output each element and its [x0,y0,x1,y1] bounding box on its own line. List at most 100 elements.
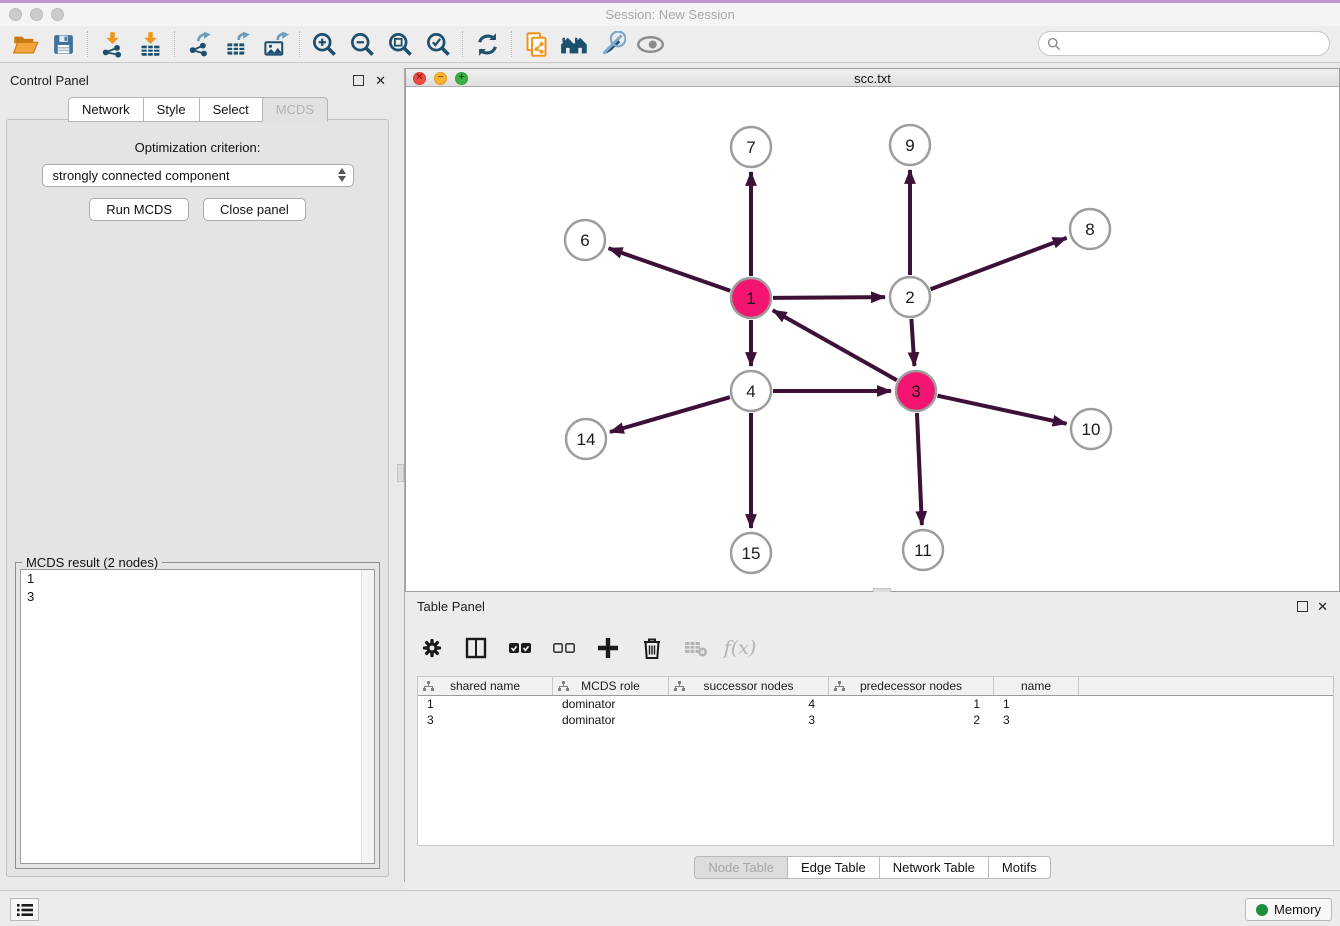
tab-motifs[interactable]: Motifs [988,856,1051,879]
node-label-14: 14 [577,430,596,449]
table-row[interactable]: 3dominator323 [418,712,1333,728]
first-neighbors-icon [560,30,589,59]
open-session-icon [12,31,39,58]
show-style-button[interactable] [631,29,669,59]
list-icon [16,902,34,918]
edge-3-11[interactable] [917,413,922,525]
column-header-label: MCDS role [581,679,640,693]
hide-style-button[interactable] [593,29,631,59]
zoom-in-button[interactable] [305,29,343,59]
import-network-button[interactable] [93,29,131,59]
open-session-button[interactable] [6,29,44,59]
control-panel: Control Panel ✕ Network Style Select MCD… [0,68,396,882]
table-row[interactable]: 1dominator411 [418,696,1333,712]
tab-mcds[interactable]: MCDS [262,97,328,122]
function-builder-button[interactable]: f(x) [725,633,755,663]
table-panel-title: Table Panel [417,599,485,614]
mcds-result-list[interactable]: 13 [20,569,375,864]
tab-network-table[interactable]: Network Table [879,856,988,879]
table-cell[interactable]: 1 [829,696,994,712]
network-canvas[interactable]: 7968124314101511 [406,87,1339,591]
delete-column-button[interactable] [637,633,667,663]
tab-node-table[interactable]: Node Table [694,856,787,879]
edge-4-14[interactable] [610,397,730,432]
task-history-button[interactable] [10,898,39,921]
table-cell[interactable]: 1 [994,696,1079,712]
close-panel-icon[interactable]: ✕ [375,73,386,89]
network-graph[interactable]: 7968124314101511 [406,87,1339,591]
float-panel-icon[interactable] [353,75,364,86]
import-table-button[interactable] [131,29,169,59]
node-label-8: 8 [1085,220,1094,239]
delete-table-button[interactable] [681,633,711,663]
table-cell[interactable]: 4 [669,696,829,712]
column-header-name[interactable]: name [994,677,1079,695]
save-session-button[interactable] [44,29,82,59]
status-bar: Memory [0,890,1340,926]
table-cell[interactable]: dominator [553,696,669,712]
node-table[interactable]: shared name MCDS role successor nodes prede… [417,676,1334,846]
gear-button[interactable] [417,633,447,663]
table-tabs: Node Table Edge Table Network Table Moti… [405,856,1340,879]
select-all-checks-button[interactable] [505,633,535,663]
clone-network-button[interactable] [517,29,555,59]
table-cell[interactable]: 3 [994,712,1079,728]
export-table-button[interactable] [218,29,256,59]
close-panel-button[interactable]: Close panel [203,198,306,221]
pane-divider-handle[interactable] [397,464,404,482]
network-window-titlebar[interactable]: ✕ − + scc.txt [406,69,1339,87]
table-close-panel-icon[interactable]: ✕ [1317,599,1328,615]
tab-style[interactable]: Style [143,97,199,122]
column-header-successor-nodes[interactable]: successor nodes [669,677,829,695]
edge-2-8[interactable] [931,238,1067,289]
run-mcds-button[interactable]: Run MCDS [89,198,189,221]
hide-style-icon [599,31,626,58]
node-label-9: 9 [905,136,914,155]
zoom-out-button[interactable] [343,29,381,59]
edge-2-3[interactable] [911,319,914,366]
mcds-panel-body: Optimization criterion: strongly connect… [6,119,389,877]
main-toolbar [0,26,1340,63]
edge-3-10[interactable] [937,396,1066,424]
control-panel-tabs: Network Style Select MCDS [0,97,396,122]
export-network-button[interactable] [180,29,218,59]
tab-select[interactable]: Select [199,97,262,122]
tab-edge-table[interactable]: Edge Table [787,856,879,879]
export-image-button[interactable] [256,29,294,59]
table-cell[interactable]: 3 [418,712,553,728]
clear-checks-button[interactable] [549,633,579,663]
zoom-selected-button[interactable] [419,29,457,59]
mcds-result-scrollbar[interactable] [361,570,374,863]
tab-network[interactable]: Network [68,97,143,122]
delete-table-icon [683,637,709,659]
mcds-result-item[interactable]: 3 [21,588,374,606]
mcds-result-group: MCDS result (2 nodes) 13 [15,562,380,869]
add-column-button[interactable] [593,633,623,663]
edge-3-1[interactable] [773,310,897,380]
search-input[interactable] [1065,36,1329,51]
node-label-7: 7 [746,138,755,157]
refresh-layout-button[interactable] [468,29,506,59]
memory-button[interactable]: Memory [1245,898,1332,921]
memory-label: Memory [1274,902,1321,917]
criterion-select[interactable]: strongly connected component [42,164,354,187]
first-neighbors-button[interactable] [555,29,593,59]
table-cell[interactable]: 2 [829,712,994,728]
search-field[interactable] [1038,31,1330,56]
import-network-icon [99,31,126,58]
zoom-fit-button[interactable] [381,29,419,59]
edge-1-2[interactable] [773,297,885,298]
table-cell[interactable]: 1 [418,696,553,712]
edge-1-6[interactable] [609,248,731,290]
column-header-shared-name[interactable]: shared name [418,677,553,695]
column-header-MCDS-role[interactable]: MCDS role [553,677,669,695]
table-float-panel-icon[interactable] [1297,601,1308,612]
split-column-button[interactable] [461,633,491,663]
table-cell[interactable]: 3 [669,712,829,728]
control-panel-header: Control Panel ✕ [0,68,396,94]
table-cell[interactable]: dominator [553,712,669,728]
mcds-result-item[interactable]: 1 [21,570,374,588]
mcds-result-title: MCDS result (2 nodes) [22,555,162,570]
column-header-label: successor nodes [703,679,793,693]
column-header-predecessor-nodes[interactable]: predecessor nodes [829,677,994,695]
